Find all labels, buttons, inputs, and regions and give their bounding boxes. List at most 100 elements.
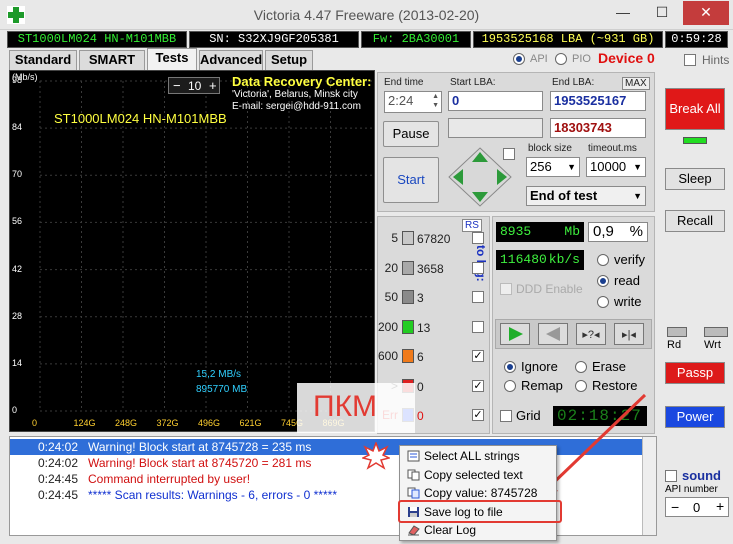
scale-minus-button[interactable]: −	[173, 78, 181, 93]
start-lba-field[interactable]: 0	[448, 91, 543, 111]
y-tick-label: 84	[12, 122, 23, 133]
read-radio[interactable]	[597, 275, 609, 287]
sleep-button[interactable]: Sleep	[665, 168, 725, 190]
log-time: 0:24:45	[37, 472, 78, 486]
rs-button[interactable]: RS	[462, 219, 482, 232]
counter-color-swatch	[402, 290, 414, 304]
start-button[interactable]: Start	[383, 157, 439, 203]
tab-tests[interactable]: Tests	[147, 48, 197, 70]
reverse-checkbox[interactable]	[503, 148, 515, 160]
context-menu-item[interactable]: Copy selected text	[402, 466, 554, 484]
write-radio[interactable]	[597, 296, 609, 308]
log-checkbox[interactable]: ✓	[472, 379, 484, 392]
drc-email[interactable]: E-mail: sergei@hdd-911.com	[232, 101, 361, 112]
context-menu-label: Clear Log	[424, 523, 477, 537]
wrt-label: Wrt	[704, 339, 721, 351]
pio-radio[interactable]	[555, 53, 567, 65]
log-checkbox[interactable]: ✓	[472, 409, 484, 421]
api-plus-button[interactable]: +	[716, 498, 724, 514]
status-led	[683, 137, 707, 144]
pause-button[interactable]: Pause	[383, 121, 439, 147]
rewind-icon[interactable]	[538, 323, 568, 345]
verify-radio[interactable]	[597, 254, 609, 266]
tab-advanced[interactable]: Advanced	[199, 50, 263, 70]
break-all-button[interactable]: Break All	[665, 88, 725, 130]
ignore-radio[interactable]	[504, 361, 516, 373]
log-checkbox[interactable]: ✓	[472, 350, 484, 362]
context-menu-label: Copy value: 8745728	[424, 486, 538, 500]
ddd-checkbox[interactable]	[500, 283, 512, 295]
device-label[interactable]: Device 0	[598, 50, 655, 66]
position-unit: Mb	[564, 224, 580, 239]
speed-value: 116480	[500, 252, 547, 267]
end-time-label: End time	[384, 77, 424, 88]
end-time-spin-icon[interactable]: ▲ ▼	[432, 92, 439, 110]
end-time-field[interactable]: 2:24 ▲ ▼	[384, 91, 442, 113]
counter-value: 3658	[417, 261, 444, 276]
sound-checkbox[interactable]	[665, 470, 677, 482]
graph-speed: 15,2 MB/s	[196, 369, 242, 380]
position-value: 8935	[500, 224, 532, 239]
tab-standard[interactable]: Standard	[9, 50, 77, 70]
block-size-select[interactable]: 256 ▼	[526, 157, 580, 177]
skip-end-icon[interactable]: ▸|◂	[614, 323, 644, 345]
x-tick-label: 496G	[198, 418, 221, 428]
erase-radio[interactable]	[575, 361, 587, 373]
end-time-value: 2:24	[388, 93, 414, 108]
graph-drive-label: ST1000LM024 HN-M101MBB	[54, 111, 227, 126]
context-menu-label: Copy selected text	[424, 467, 523, 482]
block-size-value: 256	[530, 159, 552, 174]
seek-icon[interactable]: ▸?◂	[576, 323, 606, 345]
end-lba-label: End LBA:	[552, 77, 595, 88]
hints-checkbox[interactable]	[684, 54, 696, 66]
counter-color-swatch	[402, 260, 414, 275]
log-message: Warning! Block start at 8745728 = 235 ms	[88, 440, 312, 454]
end-lba-field[interactable]: 1953525167	[550, 91, 646, 111]
minimize-button[interactable]: —	[604, 1, 642, 25]
chevron-down-icon: ▼	[567, 162, 576, 172]
context-menu-item[interactable]: Select ALL strings	[402, 447, 554, 465]
remap-radio[interactable]	[504, 380, 516, 392]
api-number-stepper[interactable]: − 0 +	[665, 497, 729, 517]
sound-label: sound	[682, 468, 721, 483]
scale-plus-button[interactable]: +	[209, 78, 217, 93]
start-lba-label: Start LBA:	[450, 77, 496, 88]
recall-button[interactable]: Recall	[665, 210, 725, 232]
hints-label: Hints	[702, 53, 730, 67]
svg-text:▸|◂: ▸|◂	[622, 329, 636, 341]
log-message: Warning! Block start at 8745720 = 281 ms	[88, 456, 312, 470]
tab-bar: Standard SMART Tests Advanced Setup	[9, 48, 379, 70]
ignore-label: Ignore	[521, 359, 558, 374]
tab-setup[interactable]: Setup	[265, 50, 313, 70]
play-icon[interactable]	[500, 323, 530, 345]
power-button[interactable]: Power	[665, 406, 725, 428]
context-menu-item[interactable]: Clear Log	[402, 521, 554, 539]
log-checkbox[interactable]	[472, 261, 484, 274]
x-tick-label: 124G	[73, 418, 96, 428]
read-led	[667, 327, 687, 337]
write-led	[704, 327, 728, 337]
timeout-select[interactable]: 10000 ▼	[586, 157, 646, 177]
highlight-frame	[398, 500, 562, 523]
grid-checkbox[interactable]	[500, 410, 512, 422]
api-radio[interactable]	[513, 53, 525, 65]
tab-smart[interactable]: SMART	[79, 50, 145, 70]
end-action-select[interactable]: End of test ▼	[526, 186, 646, 206]
graph-scale-stepper[interactable]: − 10 +	[168, 77, 220, 94]
drive-firmware: Fw: 2BA30001	[361, 31, 471, 48]
log-time: 0:24:45	[37, 488, 78, 502]
eraser-icon	[408, 525, 420, 536]
y-tick-label: 98	[12, 75, 23, 85]
timeout-value: 10000	[590, 159, 627, 174]
log-message: ***** Scan results: Warnings - 6, errors…	[88, 488, 337, 502]
log-checkbox[interactable]	[472, 232, 484, 244]
api-minus-button[interactable]: −	[671, 499, 679, 515]
log-checkbox[interactable]	[472, 320, 484, 333]
log-checkbox[interactable]	[472, 291, 484, 303]
write-label: write	[614, 294, 642, 309]
y-tick-label: 42	[12, 263, 23, 274]
close-button[interactable]: ✕	[683, 1, 729, 25]
max-lba-button[interactable]: MAX	[622, 77, 650, 90]
passp-button[interactable]: Passp	[665, 362, 725, 384]
maximize-button[interactable]: ☐	[643, 1, 681, 25]
